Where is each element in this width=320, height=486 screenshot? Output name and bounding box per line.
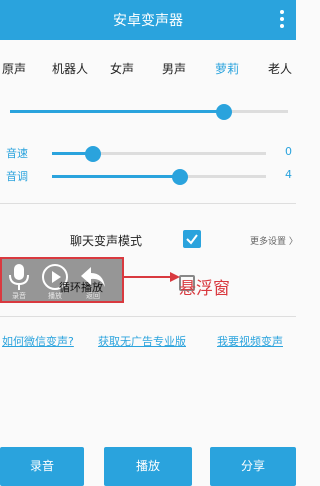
float-record-label: 录音 [12,292,26,300]
pitch-slider-fill [52,175,181,178]
link-wechat-voice[interactable]: 如何微信变声? [2,333,74,349]
tab-original[interactable]: 原声 [2,60,26,77]
play-button[interactable]: 播放 [104,447,192,486]
more-settings-link[interactable]: 更多设置 〉 [250,234,298,247]
app-bar: 安卓变声器 [0,0,296,40]
microphone-icon [9,264,29,290]
floating-window[interactable]: 录音 播放 循环播放 返回 [0,257,124,303]
record-button[interactable]: 录音 [0,447,84,486]
divider [0,203,296,204]
back-icon [81,267,105,287]
speed-label: 音速 [6,147,28,160]
tab-female[interactable]: 女声 [110,60,134,77]
float-record-button[interactable]: 录音 [4,261,34,301]
pitch-slider[interactable] [52,169,266,185]
floating-window-caption: 悬浮窗 [179,279,230,299]
tab-elder[interactable]: 老人 [268,60,292,77]
speed-slider-thumb[interactable] [84,146,101,162]
chat-mode-label: 聊天变声模式 [70,234,143,248]
link-video-voice[interactable]: 我要视频变声 [217,333,283,349]
speed-slider[interactable] [52,146,266,162]
pitch-label: 音调 [6,170,28,183]
pitch-value: 4 [285,168,292,181]
divider [0,316,296,317]
main-slider-thumb[interactable] [216,104,233,120]
check-icon [186,234,198,245]
speed-value: 0 [285,145,292,158]
main-slider-fill [10,110,225,113]
tab-robot[interactable]: 机器人 [52,60,88,77]
link-pro-version[interactable]: 获取无广告专业版 [98,333,186,349]
pitch-slider-thumb[interactable] [172,169,189,185]
main-slider[interactable] [10,104,288,120]
annotation-arrow-icon [124,272,180,282]
links-row: 如何微信变声? 获取无广告专业版 我要视频变声 [0,333,296,353]
tab-loli[interactable]: 萝莉 [215,60,239,77]
tab-male[interactable]: 男声 [162,60,186,77]
share-button[interactable]: 分享 [210,447,296,486]
overflow-menu-icon[interactable] [278,8,286,32]
app-title: 安卓变声器 [113,13,183,29]
chat-mode-checkbox[interactable] [183,230,201,248]
float-back-label: 返回 [86,292,100,300]
voice-tabs: 原声 机器人 女声 男声 萝莉 老人 [0,52,296,82]
float-back-button[interactable]: 返回 [78,261,108,301]
